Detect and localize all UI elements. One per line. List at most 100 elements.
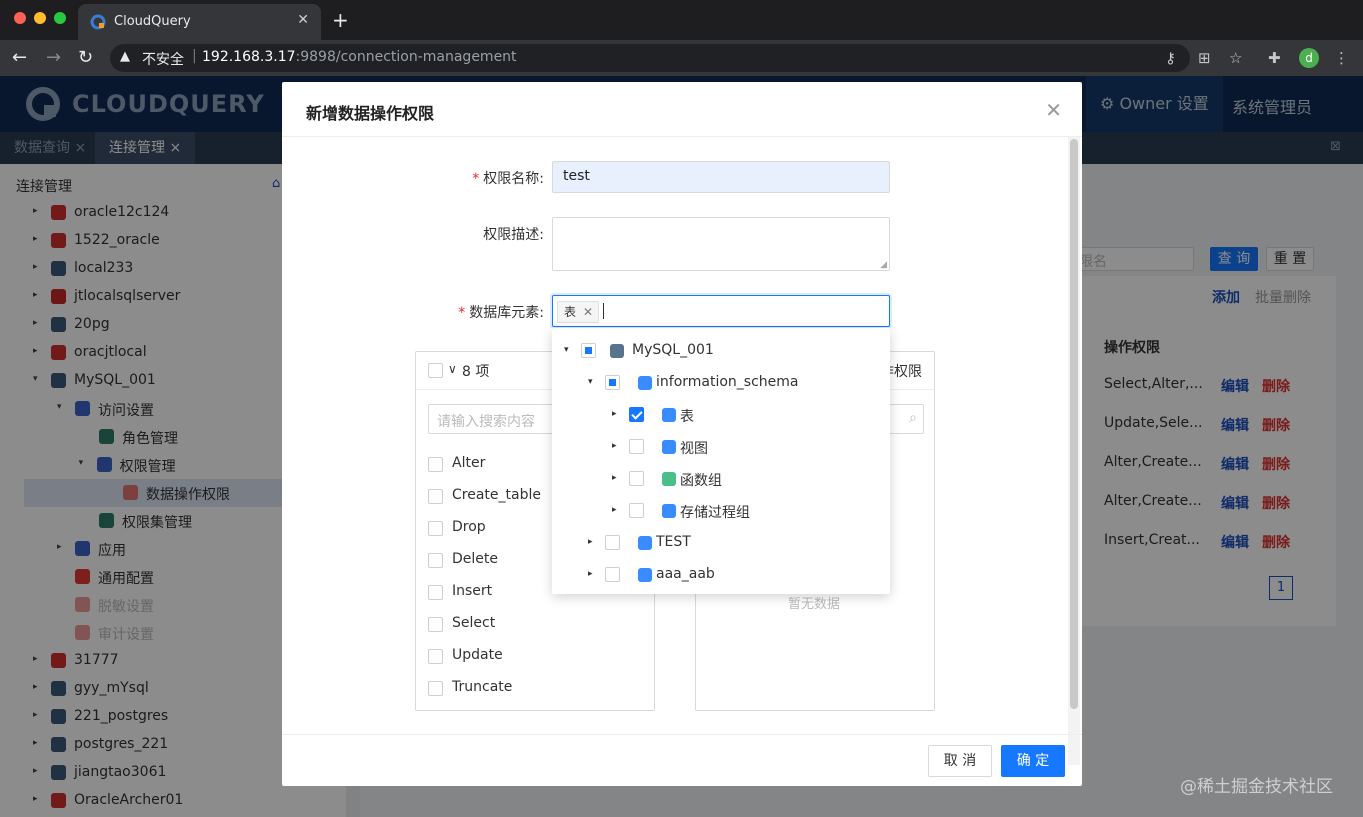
- close-tab-icon[interactable]: ✕: [297, 12, 309, 28]
- reload-icon[interactable]: ↻: [78, 47, 93, 68]
- insecure-label: 不安全: [142, 52, 184, 68]
- tree-node-label: aaa_aab: [656, 566, 715, 582]
- close-icon[interactable]: ✕: [1045, 98, 1062, 122]
- caret-right-icon[interactable]: ▸: [612, 473, 617, 483]
- tree-node-label: information_schema: [656, 374, 799, 390]
- permission-checkbox[interactable]: [428, 585, 443, 600]
- minimize-window-button[interactable]: [34, 12, 46, 24]
- browser-tab[interactable]: CloudQuery ✕: [78, 4, 321, 40]
- tree-node-checkbox[interactable]: [629, 503, 644, 518]
- divider: [282, 136, 1082, 137]
- empty-text: 暂无数据: [788, 597, 841, 612]
- tree-node-checkbox[interactable]: [629, 439, 644, 454]
- tree-node[interactable]: ▸ 存储过程组: [552, 495, 890, 527]
- caret-down-icon[interactable]: ▾: [564, 345, 569, 355]
- permission-checkbox[interactable]: [428, 489, 443, 504]
- watermark: @稀土掘金技术社区: [1180, 777, 1333, 797]
- tree-node-label: 存储过程组: [680, 505, 750, 521]
- caret-right-icon[interactable]: ▸: [612, 441, 617, 451]
- modal-scrollbar[interactable]: [1068, 137, 1080, 765]
- forward-icon[interactable]: →: [46, 47, 61, 68]
- tree-node-checkbox[interactable]: [605, 535, 620, 550]
- tree-select-dropdown: ▾ MySQL_001 ▾ information_schema ▸ 表 ▸ 视图 ▸ 函数组 ▸ 存…: [552, 328, 890, 594]
- translate-icon[interactable]: ⊞: [1198, 49, 1211, 67]
- back-icon[interactable]: ←: [12, 47, 27, 68]
- caret-right-icon[interactable]: ▸: [612, 505, 617, 515]
- cloudquery-favicon-icon: [90, 14, 106, 30]
- tree-node-label: 表: [680, 409, 694, 425]
- tree-node-label: TEST: [656, 534, 691, 550]
- name-field[interactable]: test: [552, 161, 890, 193]
- item-count: 8 项: [462, 364, 490, 380]
- view-icon: [662, 440, 676, 454]
- url-field[interactable]: ▲ 不安全 | 192.168.3.17:9898/connection-man…: [110, 44, 1190, 72]
- tree-node-checkbox[interactable]: [629, 471, 644, 486]
- close-window-button[interactable]: [14, 12, 26, 24]
- database-icon: [638, 536, 652, 550]
- ok-button[interactable]: 确 定: [1001, 745, 1065, 777]
- permission-label: Delete: [452, 551, 498, 567]
- permission-checkbox[interactable]: [428, 649, 443, 664]
- elements-label: * 数据库元素:: [458, 305, 544, 321]
- tree-node-label: MySQL_001: [632, 342, 714, 358]
- permission-checkbox[interactable]: [428, 617, 443, 632]
- table-icon: [662, 408, 676, 422]
- tree-node[interactable]: ▸ 函数组: [552, 463, 890, 495]
- caret-down-icon[interactable]: ▾: [588, 377, 593, 387]
- caret-right-icon[interactable]: ▸: [588, 569, 593, 579]
- profile-avatar[interactable]: d: [1299, 48, 1319, 68]
- permission-checkbox[interactable]: [428, 681, 443, 696]
- footer-divider: [282, 734, 1082, 735]
- permission-checkbox[interactable]: [428, 521, 443, 536]
- tree-node[interactable]: ▸ 视图: [552, 431, 890, 463]
- tree-node[interactable]: ▸ 表: [552, 399, 890, 431]
- maximize-window-button[interactable]: [54, 12, 66, 24]
- permission-label: Alter: [452, 455, 486, 471]
- permission-label: Select: [452, 615, 496, 631]
- tag-close-icon[interactable]: ✕: [583, 302, 593, 322]
- warning-icon: ▲: [120, 49, 130, 64]
- tree-node[interactable]: ▸ aaa_aab: [552, 559, 890, 591]
- permission-label: Insert: [452, 583, 493, 599]
- caret-right-icon[interactable]: ▸: [588, 537, 593, 547]
- caret-right-icon[interactable]: ▸: [612, 409, 617, 419]
- star-icon[interactable]: ☆: [1229, 49, 1242, 67]
- database-icon: [638, 568, 652, 582]
- tree-node[interactable]: ▾ MySQL_001: [552, 335, 890, 367]
- name-label: * 权限名称:: [472, 171, 544, 187]
- permission-label: Drop: [452, 519, 486, 535]
- tree-node-checkbox[interactable]: [581, 343, 596, 358]
- extensions-icon[interactable]: ✚: [1268, 49, 1281, 67]
- new-tab-button[interactable]: +: [332, 8, 349, 32]
- tree-node-label: 视图: [680, 441, 708, 457]
- tree-node-label: 函数组: [680, 473, 722, 489]
- modal-title: 新增数据操作权限: [306, 104, 435, 123]
- selected-tag: 表 ✕: [557, 301, 600, 323]
- tree-node-checkbox[interactable]: [629, 407, 644, 422]
- permission-checkbox[interactable]: [428, 457, 443, 472]
- desc-field[interactable]: ◢: [552, 217, 890, 271]
- browser-tabbar: CloudQuery ✕ +: [0, 0, 1363, 40]
- chevron-down-icon[interactable]: ∨: [448, 362, 457, 376]
- tab-title: CloudQuery: [114, 14, 191, 29]
- search-icon: ⌕: [909, 410, 917, 426]
- more-icon[interactable]: ⋮: [1334, 49, 1349, 67]
- permission-checkbox[interactable]: [428, 553, 443, 568]
- address-bar: ← → ↻ ▲ 不安全 | 192.168.3.17:9898/connecti…: [0, 40, 1363, 76]
- cancel-button[interactable]: 取 消: [928, 745, 992, 777]
- resize-handle-icon[interactable]: ◢: [880, 260, 887, 270]
- permission-label: Truncate: [452, 679, 513, 695]
- tree-node-checkbox[interactable]: [605, 375, 620, 390]
- tree-node[interactable]: ▸ TEST: [552, 527, 890, 559]
- url-text: 192.168.3.17:9898/connection-management: [202, 49, 517, 65]
- db-elements-select[interactable]: 表 ✕: [552, 295, 890, 327]
- key-icon[interactable]: ⚷: [1165, 49, 1176, 67]
- tree-node-checkbox[interactable]: [605, 567, 620, 582]
- tree-node[interactable]: ▾ information_schema: [552, 367, 890, 399]
- procedure-group-icon: [662, 504, 676, 518]
- permission-label: Update: [452, 647, 503, 663]
- mysql-icon: [610, 344, 624, 358]
- select-all-checkbox[interactable]: [428, 363, 443, 378]
- database-icon: [638, 376, 652, 390]
- permission-label: Create_table: [452, 487, 541, 503]
